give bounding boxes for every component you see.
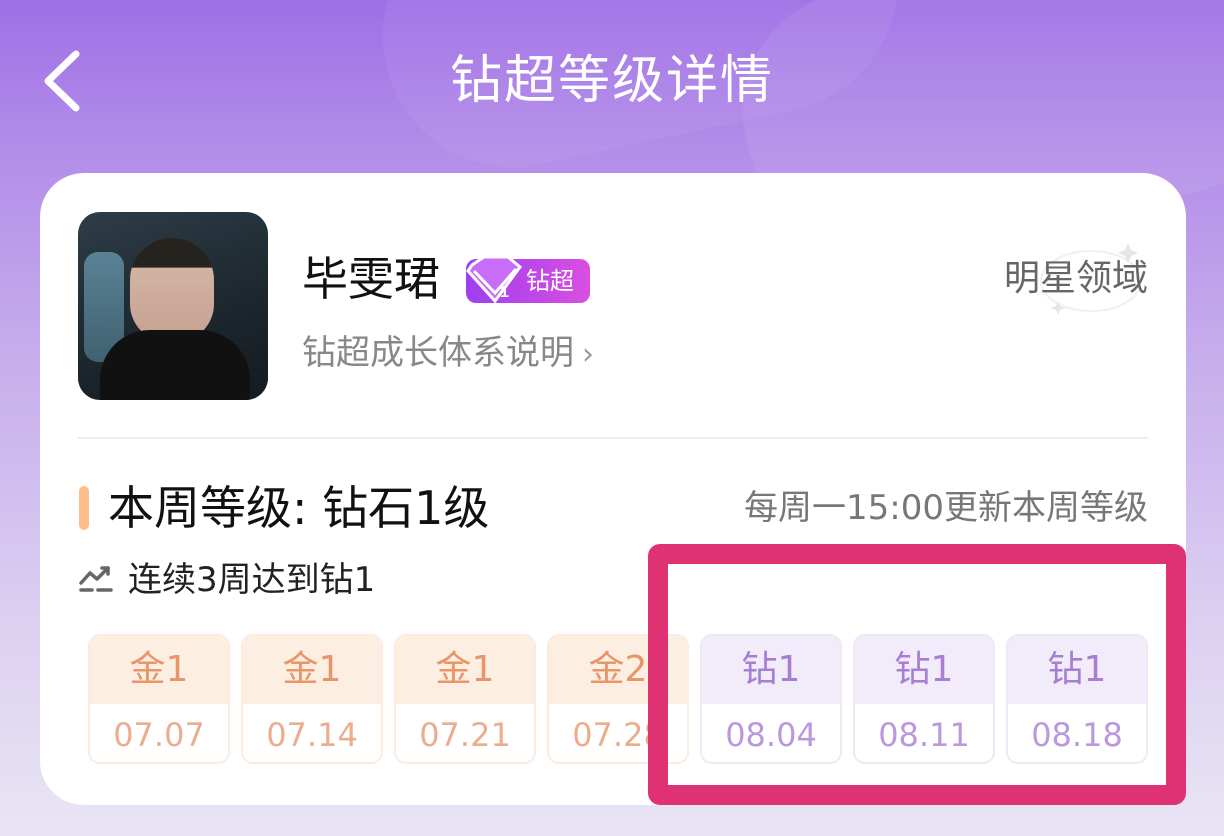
diamond-super-badge: 1 钻超 bbox=[466, 255, 590, 304]
week-item: 钻1 08.11 bbox=[853, 634, 995, 764]
week-item: 金1 07.14 bbox=[241, 634, 383, 764]
week-item: 金1 07.21 bbox=[394, 634, 536, 764]
growth-link-label: 钻超成长体系说明 bbox=[302, 333, 574, 373]
week-level: 钻1 bbox=[855, 636, 993, 704]
week-level: 钻1 bbox=[702, 636, 840, 704]
week-date: 07.07 bbox=[90, 704, 228, 762]
streak-text: 连续3周达到钻1 bbox=[128, 560, 376, 600]
week-date: 08.18 bbox=[1008, 704, 1146, 762]
diamond-icon: 1 bbox=[466, 255, 523, 304]
week-item: 金2 07.28 bbox=[547, 634, 689, 764]
week-date: 07.28 bbox=[549, 704, 687, 762]
week-date: 07.21 bbox=[396, 704, 534, 762]
realm-label[interactable]: 明星领域 bbox=[1004, 255, 1148, 303]
week-level: 金1 bbox=[396, 636, 534, 704]
current-level: 本周等级: 钻石1级 bbox=[108, 481, 490, 535]
divider bbox=[78, 437, 1148, 439]
update-note: 每周一15:00更新本周等级 bbox=[744, 488, 1148, 528]
week-level: 金1 bbox=[243, 636, 381, 704]
level-detail-card: 毕雯珺 1 钻超 明星领域 钻超成长体系说明 › 本周等级: 钻石1级 每周一15… bbox=[40, 173, 1186, 805]
week-level: 金2 bbox=[549, 636, 687, 704]
trend-icon bbox=[79, 566, 113, 592]
week-date: 08.04 bbox=[702, 704, 840, 762]
week-level: 钻1 bbox=[1008, 636, 1146, 704]
avatar[interactable] bbox=[78, 212, 268, 400]
accent-bar bbox=[79, 486, 89, 530]
week-date: 07.14 bbox=[243, 704, 381, 762]
star-name: 毕雯珺 bbox=[302, 252, 440, 306]
week-level: 金1 bbox=[90, 636, 228, 704]
week-item: 钻1 08.04 bbox=[700, 634, 842, 764]
chevron-right-icon: › bbox=[582, 337, 594, 372]
week-item: 金1 07.07 bbox=[88, 634, 230, 764]
page-title: 钻超等级详情 bbox=[449, 51, 774, 111]
badge-label: 钻超 bbox=[526, 267, 574, 295]
growth-system-link[interactable]: 钻超成长体系说明 › bbox=[302, 330, 594, 378]
week-date: 08.11 bbox=[855, 704, 993, 762]
week-item: 钻1 08.18 bbox=[1006, 634, 1148, 764]
svg-text:1: 1 bbox=[500, 284, 509, 301]
